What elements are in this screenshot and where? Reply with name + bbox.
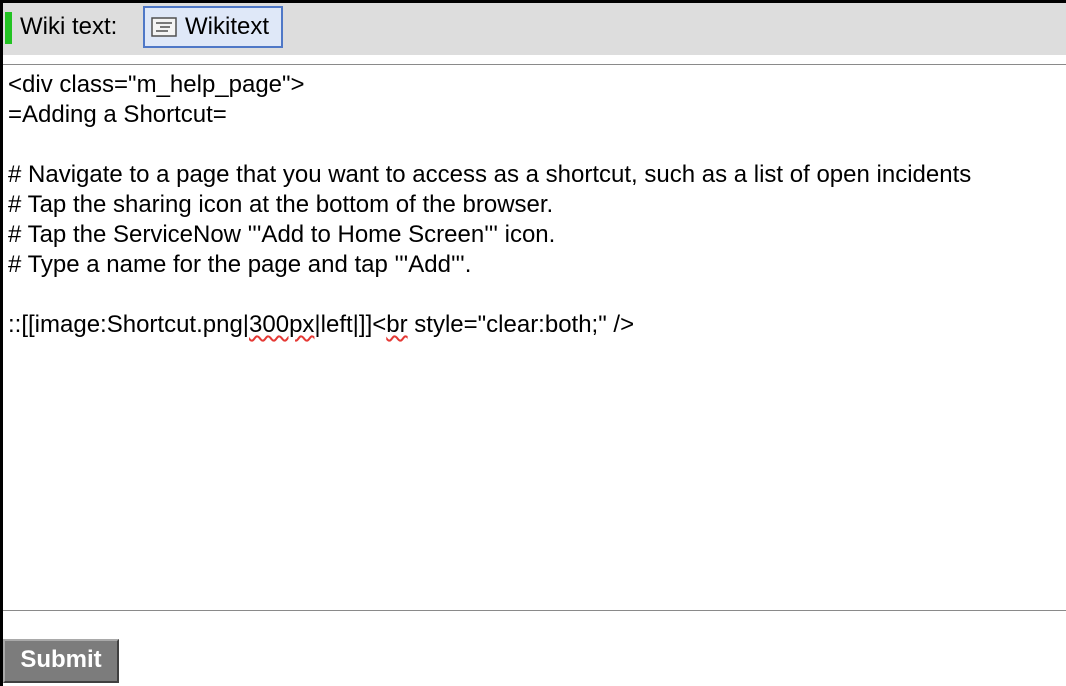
editor-line: # Type a name for the page and tap '''Ad… (8, 251, 472, 278)
wiki-text-label: Wiki text: (20, 13, 118, 40)
markup-text: style="clear:both;" /> (407, 311, 635, 338)
spellcheck-flagged-word: br (386, 311, 408, 338)
submit-button[interactable]: Submit (3, 639, 119, 683)
wiki-text-form: Wiki text: Wikitext <div class="m_help_p… (0, 0, 1066, 686)
form-header: Wiki text: Wikitext (3, 3, 1066, 56)
wikitext-format-icon (151, 17, 177, 37)
required-field-marker (5, 12, 12, 44)
editor-line: =Adding a Shortcut= (8, 101, 227, 128)
markup-text: ::[[image:Shortcut.png| (8, 311, 250, 338)
editor-line: # Navigate to a page that you want to ac… (8, 161, 972, 188)
wikitext-editor-textarea[interactable]: <div class="m_help_page"> =Adding a Shor… (3, 66, 1066, 611)
wikitext-format-button[interactable]: Wikitext (143, 6, 283, 48)
editor-line: # Tap the sharing icon at the bottom of … (8, 191, 554, 218)
wikitext-format-label: Wikitext (185, 13, 269, 40)
editor-line: # Tap the ServiceNow '''Add to Home Scre… (8, 221, 556, 248)
header-divider (3, 55, 1066, 65)
markup-text: |left|]]< (314, 311, 387, 338)
spellcheck-flagged-word: 300px (249, 311, 315, 338)
editor-line-image-markup: ::[[image:Shortcut.png|300px|left|]]<br … (8, 310, 634, 340)
form-footer: Submit (3, 611, 1066, 686)
editor-line: <div class="m_help_page"> (8, 71, 305, 98)
